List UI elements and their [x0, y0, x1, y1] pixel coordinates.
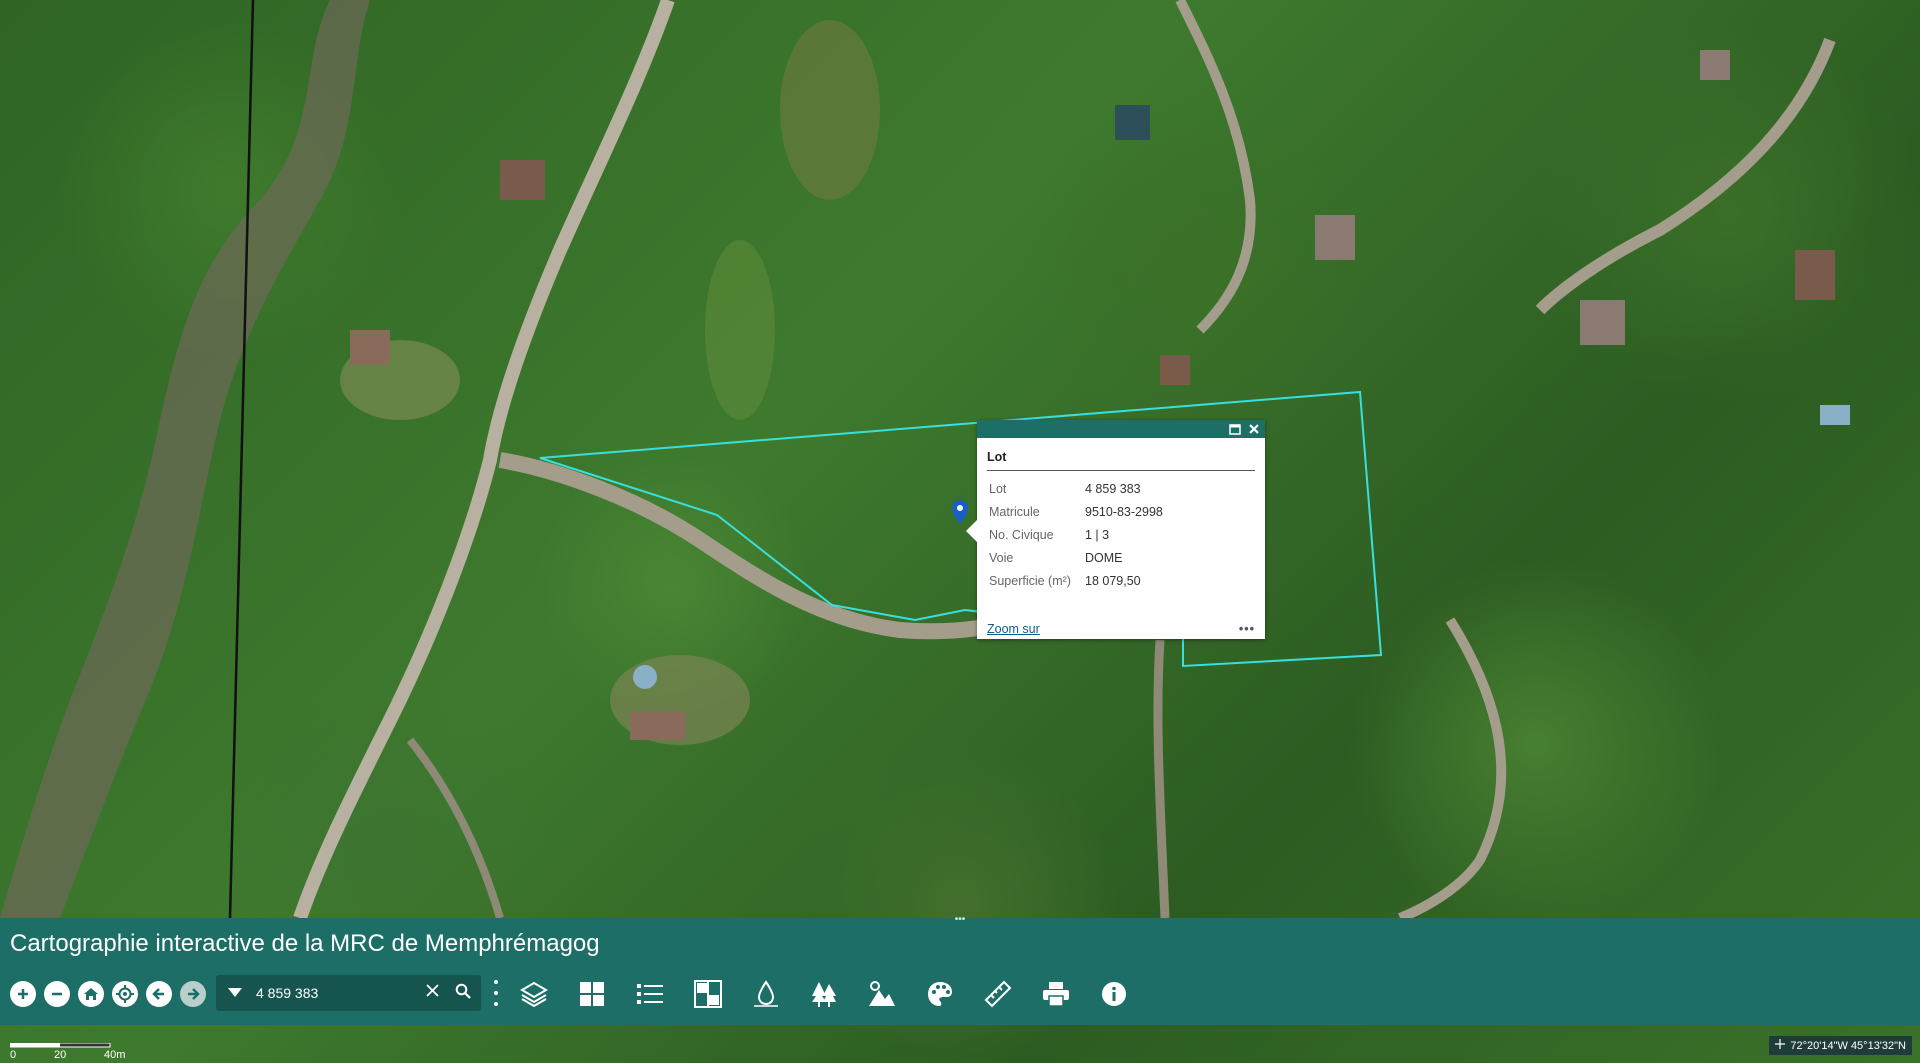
field-value: 9510-83-2998 [1085, 504, 1163, 519]
field-label: Voie [989, 550, 1014, 565]
house [1315, 215, 1355, 260]
crosshair-icon[interactable] [1775, 1039, 1786, 1052]
trail [1535, 37, 1836, 315]
search-bar [216, 975, 481, 1011]
panel-resize-handle[interactable]: ••• [952, 915, 968, 925]
field-value: 1 | 3 [1085, 527, 1110, 542]
popup-row-civique: No. Civique 1 | 3 [989, 523, 1255, 546]
house [1795, 250, 1835, 300]
trail [1153, 639, 1170, 918]
toolbar-separator [494, 980, 498, 1006]
compare-icon[interactable] [691, 977, 725, 1011]
home-icon[interactable] [78, 981, 104, 1007]
pool [1820, 405, 1850, 425]
trees-icon[interactable] [807, 977, 841, 1011]
boundary-line [228, 0, 255, 918]
scale-label: 40m [104, 1049, 126, 1061]
locate-icon[interactable] [112, 981, 138, 1007]
legend-list-icon[interactable] [633, 977, 667, 1011]
ruler-icon[interactable] [981, 977, 1015, 1011]
house [1580, 300, 1625, 345]
trail [406, 737, 504, 918]
scale-label: 20 [54, 1049, 67, 1061]
back-icon[interactable] [146, 981, 172, 1007]
navigation-buttons [10, 978, 214, 1010]
field-label: Lot [989, 481, 1007, 496]
popup-header [977, 420, 1265, 438]
popup-row-voie: Voie DOME [989, 546, 1255, 569]
map-view[interactable] [0, 0, 1920, 1063]
app-title: Cartographie interactive de la MRC de Me… [10, 930, 600, 957]
popup-title: Lot [987, 450, 1255, 471]
trail [1175, 0, 1256, 334]
house [1115, 105, 1150, 140]
print-icon[interactable] [1039, 977, 1073, 1011]
palette-icon[interactable] [923, 977, 957, 1011]
map-features [0, 0, 1850, 918]
house [1160, 355, 1190, 385]
coordinates-text: 72°20'14"W 45°13'32"N [1790, 1039, 1906, 1052]
house [500, 160, 545, 200]
close-icon[interactable] [1246, 421, 1262, 437]
field-value: 4 859 383 [1085, 481, 1141, 496]
landscape-icon[interactable] [865, 977, 899, 1011]
info-popup: Lot Lot 4 859 383 Matricule 9510-83-2998… [966, 420, 1265, 639]
trail [1398, 617, 1507, 918]
zoom-out-icon[interactable] [44, 981, 70, 1007]
clearing [705, 240, 775, 420]
zoom-to-link[interactable]: Zoom sur [987, 622, 1040, 636]
field-label: Matricule [989, 504, 1040, 519]
zoom-in-icon[interactable] [10, 981, 36, 1007]
popup-row-matricule: Matricule 9510-83-2998 [989, 500, 1255, 523]
main-road [293, 0, 675, 918]
branch-road [498, 452, 1042, 640]
clear-search-icon[interactable] [426, 984, 439, 1002]
popup-row-lot: Lot 4 859 383 [989, 477, 1255, 500]
clearing [780, 20, 880, 200]
search-dropdown-icon[interactable] [228, 984, 242, 1002]
popup-fields: Lot 4 859 383 Matricule 9510-83-2998 No.… [989, 477, 1255, 592]
river [0, 0, 370, 918]
layers-icon[interactable] [517, 977, 551, 1011]
more-options-button[interactable]: ••• [1239, 622, 1255, 636]
scale-label: 0 [10, 1049, 17, 1061]
popup-pointer [966, 520, 977, 542]
search-input[interactable] [254, 984, 418, 1002]
forward-icon[interactable] [180, 981, 206, 1007]
field-label: Superficie (m²) [989, 573, 1071, 588]
maximize-icon[interactable] [1227, 421, 1243, 437]
popup-footer: Zoom sur ••• [987, 622, 1255, 636]
scale-bar: 0 20 40m [10, 1043, 130, 1061]
water-drop-icon[interactable] [749, 977, 783, 1011]
basemap-grid-icon[interactable] [575, 977, 609, 1011]
coordinates-display: 72°20'14"W 45°13'32"N [1769, 1036, 1912, 1055]
info-icon[interactable] [1097, 977, 1131, 1011]
house [350, 330, 390, 365]
house [1700, 50, 1730, 80]
field-label: No. Civique [989, 527, 1054, 542]
field-value: DOME [1085, 550, 1123, 565]
field-value: 18 079,50 [1085, 573, 1141, 588]
popup-row-superficie: Superficie (m²) 18 079,50 [989, 569, 1255, 592]
search-icon[interactable] [455, 983, 471, 1004]
house [630, 712, 685, 740]
pool [633, 665, 657, 689]
